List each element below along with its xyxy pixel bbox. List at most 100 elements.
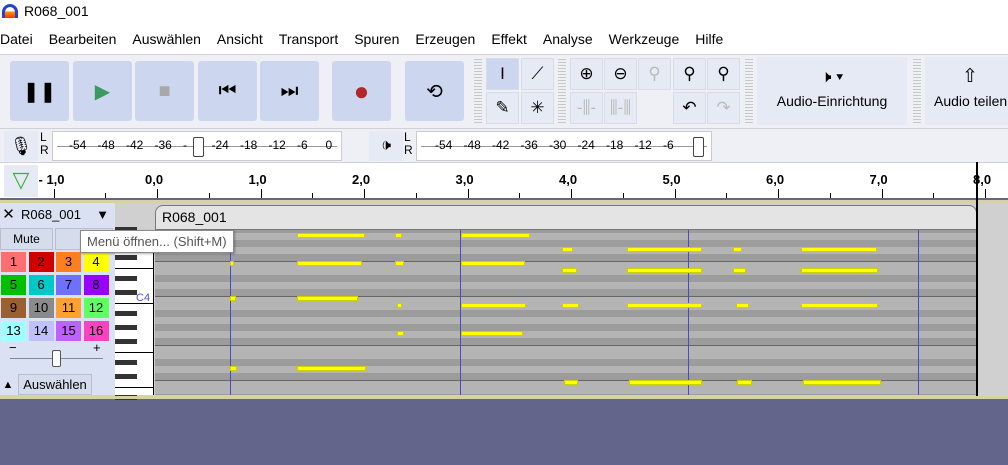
- menu-analyse[interactable]: Analyse: [535, 24, 601, 54]
- midi-note[interactable]: [800, 303, 879, 308]
- play-head-button[interactable]: ▽: [4, 165, 38, 197]
- midi-note[interactable]: [626, 303, 703, 308]
- channel-button-9[interactable]: 9: [1, 298, 26, 318]
- black-key[interactable]: [115, 324, 137, 330]
- black-key[interactable]: [115, 373, 137, 379]
- toolbar-grip[interactable]: [913, 59, 921, 123]
- share-audio-button[interactable]: ⇧ Audio teilen: [925, 57, 1008, 125]
- menu-hilfe[interactable]: Hilfe: [687, 24, 731, 54]
- stop-button[interactable]: ■: [135, 61, 194, 121]
- midi-note[interactable]: [397, 331, 405, 336]
- zoom-selection-button[interactable]: ⚲: [638, 58, 671, 90]
- channel-button-16[interactable]: 16: [83, 321, 109, 341]
- undo-button[interactable]: ↶: [673, 92, 706, 124]
- record-meter[interactable]: -54 -48 -42 -36- -24 -18 -12 -6 0: [52, 131, 342, 161]
- zoom-in-button[interactable]: ⊕: [570, 58, 603, 90]
- record-button[interactable]: ●: [332, 61, 391, 121]
- channel-button-4[interactable]: 4: [83, 252, 109, 272]
- black-key[interactable]: [115, 310, 137, 316]
- pause-button[interactable]: ❚❚: [10, 61, 69, 121]
- gain-slider-thumb[interactable]: [51, 350, 61, 367]
- midi-note[interactable]: [395, 261, 405, 266]
- zoom-out-button[interactable]: ⊖: [604, 58, 637, 90]
- loop-button[interactable]: ⟲: [405, 61, 464, 121]
- channel-button-12[interactable]: 12: [83, 298, 109, 318]
- piano-keyboard[interactable]: [115, 226, 154, 400]
- channel-button-3[interactable]: 3: [56, 252, 81, 272]
- microphone-button[interactable]: 🎙: [4, 131, 38, 161]
- envelope-tool[interactable]: ⟋: [521, 58, 554, 90]
- midi-note[interactable]: [461, 303, 527, 308]
- playback-meter[interactable]: -54 -48 -42 -36 -30 -24 -18 -12 -6: [416, 131, 712, 161]
- midi-note[interactable]: [296, 261, 362, 266]
- piano-roll[interactable]: [155, 230, 977, 395]
- skip-start-button[interactable]: ⏮: [198, 61, 257, 121]
- midi-note[interactable]: [561, 303, 580, 308]
- midi-note[interactable]: [626, 268, 703, 273]
- midi-note[interactable]: [296, 366, 367, 371]
- menu-effekt[interactable]: Effekt: [483, 24, 535, 54]
- midi-note[interactable]: [802, 380, 882, 385]
- clip-title-bar[interactable]: R068_001: [155, 205, 977, 230]
- black-key[interactable]: [115, 359, 137, 365]
- menu-spuren[interactable]: Spuren: [346, 24, 407, 54]
- channel-button-2[interactable]: 2: [28, 252, 54, 272]
- channel-button-15[interactable]: 15: [56, 321, 81, 341]
- zoom-toggle-button[interactable]: ⚲: [707, 58, 740, 90]
- midi-note[interactable]: [296, 233, 366, 238]
- skip-end-button[interactable]: ⏭: [260, 61, 319, 121]
- menu-ansicht[interactable]: Ansicht: [209, 24, 271, 54]
- play-button[interactable]: ▶: [73, 61, 132, 121]
- zoom-fit-button[interactable]: ⚲: [673, 58, 706, 90]
- audio-setup-button[interactable]: 🕨 ▾ Audio-Einrichtung: [757, 57, 907, 125]
- midi-note[interactable]: [296, 296, 358, 301]
- channel-button-8[interactable]: 8: [83, 275, 109, 295]
- close-track-button[interactable]: ✕: [0, 204, 17, 226]
- midi-note[interactable]: [628, 380, 703, 385]
- channel-button-13[interactable]: 13: [1, 321, 26, 341]
- midi-note[interactable]: [561, 247, 574, 252]
- midi-note[interactable]: [461, 331, 524, 336]
- midi-note[interactable]: [230, 366, 237, 371]
- menu-auswählen[interactable]: Auswählen: [124, 24, 209, 54]
- track-menu-button[interactable]: R068_001 ▼: [18, 204, 115, 226]
- menu-werkzeuge[interactable]: Werkzeuge: [601, 24, 688, 54]
- channel-button-7[interactable]: 7: [56, 275, 81, 295]
- draw-tool[interactable]: ✎: [486, 92, 519, 124]
- mute-button[interactable]: Mute: [0, 228, 53, 250]
- trim-button[interactable]: -⫼-: [570, 92, 603, 124]
- selection-tool[interactable]: I: [486, 58, 519, 90]
- midi-note[interactable]: [395, 233, 403, 238]
- channel-button-6[interactable]: 6: [28, 275, 54, 295]
- toolbar-grip[interactable]: [474, 59, 482, 123]
- midi-note[interactable]: [461, 261, 526, 266]
- midi-note[interactable]: [733, 268, 746, 273]
- midi-note[interactable]: [800, 268, 879, 273]
- midi-note[interactable]: [733, 247, 742, 252]
- collapse-track-button[interactable]: ▲: [0, 375, 16, 395]
- record-level-slider-thumb[interactable]: [193, 137, 204, 157]
- midi-note[interactable]: [626, 247, 703, 252]
- midi-note[interactable]: [461, 233, 530, 238]
- black-key[interactable]: [115, 338, 137, 344]
- menu-bearbeiten[interactable]: Bearbeiten: [41, 24, 125, 54]
- menu-datei[interactable]: Datei: [0, 24, 41, 54]
- black-key[interactable]: [115, 289, 137, 295]
- midi-note[interactable]: [800, 247, 878, 252]
- timeline-ruler[interactable]: ▽ - 1,0 0,0 1,0 2,0 3,0 4,0 5,0 6,0 7,0 8,0: [0, 162, 1008, 198]
- midi-note[interactable]: [735, 303, 750, 308]
- channel-button-10[interactable]: 10: [28, 298, 54, 318]
- speaker-button[interactable]: 🕩: [369, 131, 403, 161]
- silence-button[interactable]: ⫼-⫼: [604, 92, 637, 124]
- midi-note[interactable]: [230, 296, 236, 301]
- black-key[interactable]: [115, 254, 137, 260]
- redo-button[interactable]: ↷: [707, 92, 740, 124]
- midi-note[interactable]: [230, 261, 234, 266]
- menu-transport[interactable]: Transport: [271, 24, 346, 54]
- midi-note[interactable]: [736, 380, 753, 385]
- channel-button-5[interactable]: 5: [1, 275, 26, 295]
- playback-level-slider-thumb[interactable]: [693, 137, 704, 157]
- toolbar-grip[interactable]: [558, 59, 566, 123]
- black-key[interactable]: [115, 275, 137, 281]
- channel-button-14[interactable]: 14: [28, 321, 54, 341]
